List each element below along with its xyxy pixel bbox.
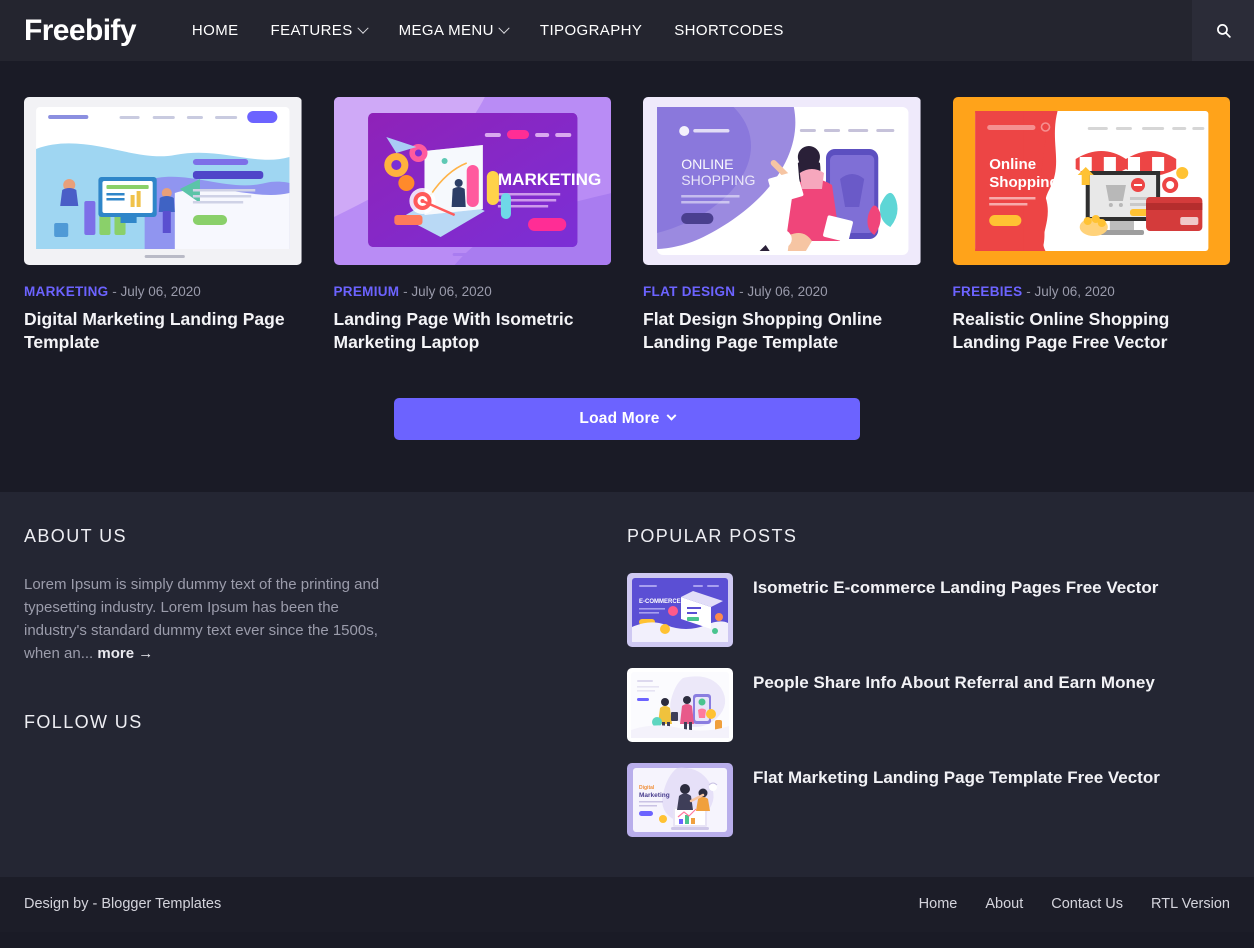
online-shopping-flat-illustration: ONLINE SHOPPING xyxy=(643,97,921,265)
svg-text:ONLINE: ONLINE xyxy=(681,156,733,172)
post-category[interactable]: FREEBIES xyxy=(953,284,1023,299)
main-content: MARKETING - July 06, 2020 Digital Market… xyxy=(0,61,1254,492)
post-date: July 06, 2020 xyxy=(120,284,201,299)
nav-label: SHORTCODES xyxy=(674,22,784,39)
post-category[interactable]: PREMIUM xyxy=(334,284,400,299)
post-thumbnail[interactable]: ONLINE SHOPPING xyxy=(643,97,921,265)
svg-text:Digital: Digital xyxy=(639,785,655,791)
post-thumbnail[interactable]: MARKETING xyxy=(333,97,611,265)
footer-bar: Design by - Blogger Templates Home About… xyxy=(0,876,1254,932)
svg-text:E-COMMERCE: E-COMMERCE xyxy=(639,599,681,605)
post-title[interactable]: Landing Page With Isometric Marketing La… xyxy=(334,308,612,354)
popular-post-thumbnail[interactable]: Digital Marketing xyxy=(627,762,733,837)
footer-widgets: ABOUT US Lorem Ipsum is simply dummy tex… xyxy=(0,491,1254,877)
flat-marketing-thumb-illustration: Digital Marketing xyxy=(627,762,733,837)
footer-link-home[interactable]: Home xyxy=(919,896,958,912)
meta-separator: - xyxy=(112,284,117,299)
popular-post-item[interactable]: People Share Info About Referral and Ear… xyxy=(627,667,1230,742)
svg-text:Shopping: Shopping xyxy=(989,174,1058,191)
footer-right-column: POPULAR POSTS E-COMMERCE Isometric E-com… xyxy=(627,526,1230,837)
post-grid: MARKETING - July 06, 2020 Digital Market… xyxy=(24,61,1230,354)
nav-item-shortcodes[interactable]: SHORTCODES xyxy=(658,0,800,61)
post-meta: PREMIUM - July 06, 2020 xyxy=(334,285,612,299)
popular-post-title[interactable]: Flat Marketing Landing Page Template Fre… xyxy=(753,763,1160,789)
svg-text:Online: Online xyxy=(989,156,1036,173)
footer-left-column: ABOUT US Lorem Ipsum is simply dummy tex… xyxy=(24,526,627,837)
nav-label: HOME xyxy=(191,22,239,39)
svg-text:MARKETING: MARKETING xyxy=(497,170,600,189)
popular-post-thumbnail[interactable] xyxy=(627,667,733,742)
post-category[interactable]: MARKETING xyxy=(24,284,108,299)
credit-link[interactable]: Blogger Templates xyxy=(101,896,221,912)
isometric-marketing-illustration: MARKETING xyxy=(333,97,611,265)
footer-navigation: Home About Contact Us RTL Version xyxy=(919,896,1230,912)
load-more-label: Load More xyxy=(579,409,660,427)
popular-posts-title: POPULAR POSTS xyxy=(627,525,798,546)
meta-separator: - xyxy=(1026,284,1031,299)
site-logo[interactable]: Freebify xyxy=(24,14,137,48)
chevron-down-icon xyxy=(666,410,677,421)
post-thumbnail[interactable] xyxy=(24,97,302,265)
chevron-down-icon xyxy=(356,22,369,34)
post-category[interactable]: FLAT DESIGN xyxy=(643,284,735,299)
post-date: July 06, 2020 xyxy=(1034,284,1115,299)
load-more-row: Load More xyxy=(24,354,1230,492)
svg-text:SHOPPING: SHOPPING xyxy=(681,172,755,188)
svg-text:Marketing: Marketing xyxy=(639,792,670,799)
post-meta: FLAT DESIGN - July 06, 2020 xyxy=(643,285,921,299)
post-card[interactable]: MARKETING - July 06, 2020 Digital Market… xyxy=(24,97,302,354)
search-button[interactable] xyxy=(1192,0,1254,61)
about-more-link[interactable]: more → xyxy=(97,645,153,662)
realistic-online-shopping-illustration: Online Shopping xyxy=(952,97,1230,265)
post-meta: MARKETING - July 06, 2020 xyxy=(24,285,302,299)
post-thumbnail[interactable]: Online Shopping xyxy=(952,97,1230,265)
post-date: July 06, 2020 xyxy=(747,284,828,299)
referral-share-thumb-illustration xyxy=(627,667,733,742)
post-title[interactable]: Flat Design Shopping Online Landing Page… xyxy=(643,308,921,354)
post-title[interactable]: Digital Marketing Landing Page Template xyxy=(24,308,302,354)
popular-post-item[interactable]: Digital Marketing Flat Marketing Landing… xyxy=(627,762,1230,837)
load-more-button[interactable]: Load More xyxy=(394,397,860,440)
popular-post-title[interactable]: Isometric E-commerce Landing Pages Free … xyxy=(753,573,1158,599)
nav-item-mega-menu[interactable]: MEGA MENU xyxy=(383,0,524,61)
nav-item-features[interactable]: FEATURES xyxy=(255,0,383,61)
meta-separator: - xyxy=(403,284,408,299)
about-us-title: ABOUT US xyxy=(24,525,127,546)
search-icon xyxy=(1216,24,1231,38)
chevron-down-icon xyxy=(498,22,510,34)
popular-post-item[interactable]: E-COMMERCE Isometric E-commerce Landing … xyxy=(627,572,1230,647)
site-header: Freebify HOME FEATURES MEGA MENU TIPOGRA… xyxy=(0,0,1254,61)
post-meta: FREEBIES - July 06, 2020 xyxy=(953,285,1231,299)
footer-link-about[interactable]: About xyxy=(985,896,1023,912)
nav-item-home[interactable]: HOME xyxy=(176,0,255,61)
nav-label: TIPOGRAPHY xyxy=(539,22,643,39)
digital-marketing-illustration xyxy=(24,97,302,265)
about-us-body: Lorem Ipsum is simply dummy text of the … xyxy=(24,575,380,663)
post-title[interactable]: Realistic Online Shopping Landing Page F… xyxy=(953,308,1231,354)
meta-separator: - xyxy=(739,284,744,299)
post-card[interactable]: ONLINE SHOPPING FLAT DESIGN - July 06, 2… xyxy=(643,97,921,354)
about-us-text: Lorem Ipsum is simply dummy text of the … xyxy=(24,573,404,666)
credit-prefix: Design by - xyxy=(24,896,102,913)
follow-us-title: FOLLOW US xyxy=(24,711,143,732)
popular-posts-list: E-COMMERCE Isometric E-commerce Landing … xyxy=(627,572,1230,837)
ecommerce-isometric-thumb-illustration: E-COMMERCE xyxy=(627,572,733,647)
footer-link-contact-us[interactable]: Contact Us xyxy=(1051,896,1123,912)
main-navigation: HOME FEATURES MEGA MENU TIPOGRAPHY SHORT… xyxy=(176,0,800,61)
nav-label: MEGA MENU xyxy=(398,22,494,39)
footer-link-rtl-version[interactable]: RTL Version xyxy=(1151,896,1230,912)
popular-post-title[interactable]: People Share Info About Referral and Ear… xyxy=(753,668,1155,694)
post-date: July 06, 2020 xyxy=(411,284,492,299)
nav-item-tipography[interactable]: TIPOGRAPHY xyxy=(524,0,658,61)
footer-credit: Design by - Blogger Templates xyxy=(24,896,221,912)
post-card[interactable]: MARKETING PREMIUM - July 06, 2020 Landin… xyxy=(333,97,612,354)
about-us-widget: ABOUT US Lorem Ipsum is simply dummy tex… xyxy=(24,526,627,666)
popular-post-thumbnail[interactable]: E-COMMERCE xyxy=(627,572,733,647)
follow-us-widget: FOLLOW US xyxy=(24,712,627,759)
nav-label: FEATURES xyxy=(270,22,353,39)
post-card[interactable]: Online Shopping FREEBIES - July 06, 2020… xyxy=(952,97,1231,354)
